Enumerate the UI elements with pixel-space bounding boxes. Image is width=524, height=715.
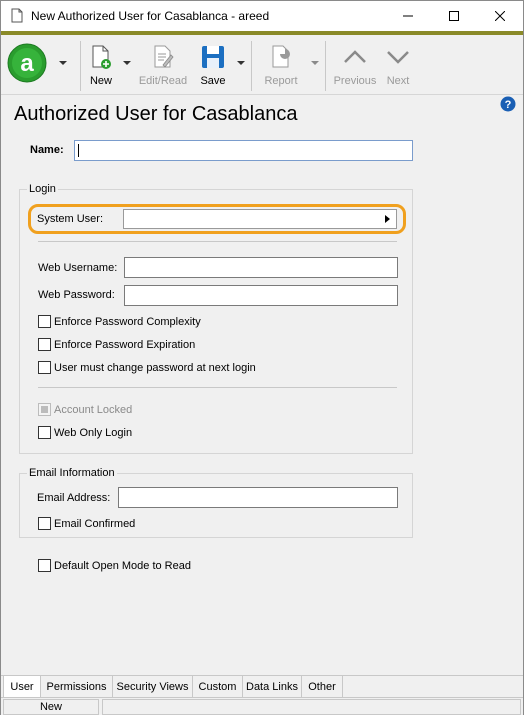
enforce-complexity-label: Enforce Password Complexity	[54, 315, 201, 328]
chevron-up-icon	[344, 50, 366, 63]
svg-text:?: ?	[505, 99, 512, 111]
email-confirmed-checkbox[interactable]: Email Confirmed	[38, 517, 135, 530]
email-address-input[interactable]	[118, 487, 398, 508]
enforce-complexity-checkbox[interactable]: Enforce Password Complexity	[38, 315, 201, 328]
report-button[interactable]: Report	[263, 41, 299, 91]
must-change-password-checkbox[interactable]: User must change password at next login	[38, 361, 256, 374]
chevron-down-icon[interactable]	[59, 61, 67, 66]
maximize-icon	[449, 11, 459, 21]
tab-permissions[interactable]: Permissions	[41, 676, 113, 697]
web-username-input[interactable]	[124, 257, 398, 278]
previous-button[interactable]: Previous	[332, 41, 378, 91]
checkbox-box[interactable]	[38, 315, 51, 328]
checkbox-box[interactable]	[38, 559, 51, 572]
minimize-button[interactable]	[385, 1, 431, 31]
close-button[interactable]	[477, 1, 523, 31]
new-label: New	[89, 75, 112, 87]
checkbox-box[interactable]	[38, 338, 51, 351]
text-caret	[78, 144, 79, 157]
toolbar-separator	[251, 41, 252, 91]
account-locked-label: Account Locked	[54, 403, 133, 416]
svg-text:a: a	[20, 50, 34, 77]
email-address-label: Email Address:	[37, 492, 111, 504]
web-username-label: Web Username:	[38, 262, 118, 274]
must-change-password-label: User must change password at next login	[54, 361, 256, 374]
checkbox-box[interactable]	[38, 426, 51, 439]
window-title: New Authorized User for Casablanca - are…	[31, 9, 270, 23]
toolbar: a New Edit/Read Save Report Previous Nex…	[1, 35, 523, 95]
checkbox-box	[38, 403, 51, 416]
status-message	[102, 699, 521, 715]
web-only-login-checkbox[interactable]: Web Only Login	[38, 426, 132, 439]
name-label: Name:	[30, 144, 64, 156]
maximize-button[interactable]	[431, 1, 477, 31]
minimize-icon	[403, 15, 413, 17]
system-user-selector[interactable]	[123, 209, 397, 229]
divider	[38, 241, 397, 242]
save-icon	[202, 46, 224, 68]
tab-other[interactable]: Other	[302, 676, 343, 697]
chevron-down-icon[interactable]	[123, 61, 131, 66]
next-button[interactable]: Next	[384, 41, 412, 91]
divider	[38, 387, 397, 388]
name-input[interactable]	[74, 140, 413, 161]
title-bar: New Authorized User for Casablanca - are…	[1, 1, 523, 31]
email-group-label: Email Information	[27, 467, 117, 479]
web-password-input[interactable]	[124, 285, 398, 306]
email-confirmed-label: Email Confirmed	[54, 517, 136, 530]
page-title: Authorized User for Casablanca	[14, 103, 298, 125]
help-icon[interactable]: ?	[500, 96, 516, 112]
chevron-down-icon[interactable]	[237, 61, 245, 66]
tab-strip: User Permissions Security Views Custom D…	[1, 675, 523, 698]
default-open-mode-checkbox[interactable]: Default Open Mode to Read	[38, 559, 191, 572]
next-label: Next	[386, 75, 410, 87]
checkbox-box[interactable]	[38, 361, 51, 374]
save-label: Save	[200, 75, 226, 87]
checkbox-box[interactable]	[38, 517, 51, 530]
default-open-mode-label: Default Open Mode to Read	[54, 559, 191, 572]
toolbar-separator	[80, 41, 81, 91]
tab-custom[interactable]: Custom	[193, 676, 243, 697]
tab-user[interactable]: User	[3, 675, 41, 698]
login-group-label: Login	[27, 183, 58, 195]
account-locked-checkbox: Account Locked	[38, 403, 132, 416]
tab-data-links[interactable]: Data Links	[243, 676, 302, 697]
toolbar-separator	[325, 41, 326, 91]
document-icon	[11, 8, 23, 23]
edit-document-icon	[154, 45, 174, 68]
web-only-login-label: Web Only Login	[54, 426, 133, 439]
close-icon	[495, 11, 505, 21]
system-user-label: System User:	[37, 213, 104, 225]
app-logo-icon[interactable]: a	[7, 43, 47, 83]
save-button[interactable]: Save	[199, 41, 227, 91]
status-mode: New	[3, 699, 99, 715]
previous-label: Previous	[333, 75, 377, 87]
edit-read-button[interactable]: Edit/Read	[138, 41, 188, 91]
enforce-expiration-label: Enforce Password Expiration	[54, 338, 196, 351]
status-bar: New	[1, 697, 523, 715]
app-window: New Authorized User for Casablanca - are…	[0, 0, 524, 715]
chevron-right-icon[interactable]	[385, 215, 390, 223]
report-icon	[272, 45, 290, 68]
edit-read-label: Edit/Read	[138, 75, 188, 87]
report-label: Report	[264, 75, 298, 87]
chevron-down-icon[interactable]	[311, 61, 319, 66]
new-button[interactable]: New	[87, 41, 115, 91]
chevron-down-icon	[387, 51, 409, 64]
web-password-label: Web Password:	[38, 289, 115, 301]
enforce-expiration-checkbox[interactable]: Enforce Password Expiration	[38, 338, 195, 351]
new-document-icon	[92, 45, 111, 69]
tab-security-views[interactable]: Security Views	[113, 676, 193, 697]
